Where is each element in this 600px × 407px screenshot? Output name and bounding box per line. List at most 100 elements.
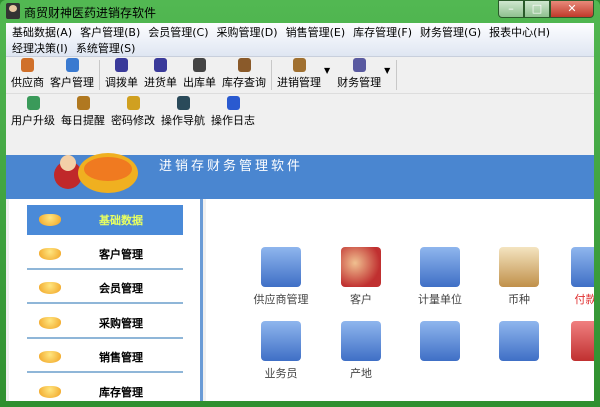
- toolbar-separator: [99, 60, 100, 90]
- sidebar-item-label: 会员管理: [99, 282, 143, 295]
- supplier-icon: [21, 58, 34, 72]
- menu-item[interactable]: 基础数据(A): [8, 24, 76, 40]
- inventory-icon: [237, 58, 251, 72]
- toolbar-button[interactable]: 客户管理: [47, 58, 97, 93]
- customer-globe-icon: [65, 58, 79, 72]
- sidebar: 基础数据客户管理会员管理采购管理销售管理库存管理: [9, 199, 203, 401]
- module-tile[interactable]: 币种: [484, 247, 554, 307]
- toolbar-button-label: 出库单: [183, 76, 216, 89]
- sidebar-item-label: 基础数据: [99, 214, 143, 227]
- toolbar-button-label: 每日提醒: [61, 114, 105, 127]
- menu-item[interactable]: 客户管理(B): [76, 24, 144, 40]
- globe-icon: [26, 96, 40, 110]
- module-tile[interactable]: 业务员: [246, 321, 316, 381]
- menu-item[interactable]: 财务管理(G): [416, 24, 485, 40]
- module-tile[interactable]: 计量单位: [405, 247, 475, 307]
- toolbar-button[interactable]: 进货单: [141, 58, 180, 93]
- toolbar-button-label: 库存查询: [222, 76, 266, 89]
- toolbar-button[interactable]: 调拨单: [102, 58, 141, 93]
- gold-ingot-icon: [39, 385, 61, 398]
- toolbar-button-label: 调拨单: [105, 76, 138, 89]
- toolbar-button[interactable]: 出库单: [180, 58, 219, 93]
- bag-icon: [176, 96, 190, 110]
- minimize-button[interactable]: –: [498, 0, 524, 18]
- transfer-battery-icon: [115, 58, 128, 72]
- sidebar-item-label: 销售管理: [99, 351, 143, 364]
- content-panel: 供应商管理 客户 计量单位 币种 付款方业务员 产地: [206, 199, 594, 401]
- globe-folder-icon: [499, 321, 539, 361]
- maximize-button[interactable]: □: [524, 0, 550, 18]
- module-label: 业务员: [264, 367, 298, 380]
- unit-folder-icon: [420, 247, 460, 287]
- module-tile[interactable]: [405, 321, 475, 365]
- app-icon: [6, 3, 20, 19]
- module-tile[interactable]: 供应商管理: [246, 247, 316, 307]
- toolbar-main: 供应商 客户管理 调拨单 进货单 出库单 库存查询 进销管理 ▼ 财务管理 ▼: [6, 57, 594, 94]
- module-tile[interactable]: [556, 321, 594, 365]
- toolbar-button-label: 财务管理: [337, 76, 382, 89]
- film-folder-icon: [420, 321, 460, 361]
- module-label: 客户: [350, 293, 372, 306]
- module-label: 币种: [508, 293, 530, 306]
- customers-icon: [341, 247, 381, 287]
- close-button[interactable]: ✕: [550, 0, 594, 18]
- toolbar-button[interactable]: 操作日志: [208, 96, 258, 131]
- tools-folder-icon: [571, 321, 594, 361]
- toolbar-button[interactable]: 财务管理: [334, 58, 384, 93]
- gold-ingot-icon: [39, 282, 61, 294]
- window-title: 商贸财神医药进销存软件: [24, 6, 157, 20]
- supplier-book-icon: [261, 247, 301, 287]
- toolbar-button-label: 进销管理: [277, 76, 321, 89]
- menu-item[interactable]: 报表中心(H): [485, 24, 554, 40]
- gold-ingot-icon: [39, 351, 61, 363]
- banner-slogan: 进销存财务管理软件: [159, 159, 304, 174]
- sidebar-item-label: 采购管理: [99, 316, 143, 330]
- toolbar-button[interactable]: 操作导航: [158, 96, 208, 131]
- module-tile[interactable]: 付款方: [556, 247, 594, 307]
- sidebar-item[interactable]: 客户管理: [27, 240, 183, 270]
- module-tile[interactable]: [484, 321, 554, 365]
- payment-folder-icon: [571, 247, 594, 287]
- currency-clipboard-icon: [499, 247, 539, 287]
- module-label: 供应商管理: [253, 293, 309, 306]
- module-label: 计量单位: [418, 293, 462, 306]
- trash-icon: [352, 58, 366, 72]
- toolbar-button-label: 供应商: [11, 76, 44, 89]
- menu-item[interactable]: 采购管理(D): [213, 24, 282, 40]
- sidebar-item[interactable]: 采购管理: [27, 309, 183, 339]
- toolbar-secondary: 用户升级 每日提醒 密码修改 操作导航 操作日志: [6, 94, 594, 131]
- dropdown-arrow-icon[interactable]: ▼: [324, 66, 330, 75]
- sidebar-item[interactable]: 库存管理: [27, 378, 183, 402]
- module-tile[interactable]: 客户: [326, 247, 396, 307]
- gold-ingot-icon: [39, 247, 61, 260]
- app-window: 商贸财神医药进销存软件 – □ ✕ 基础数据(A) 客户管理(B) 会员管理(C) 采…: [0, 0, 600, 407]
- toolbar-button[interactable]: 库存查询: [219, 58, 269, 93]
- sidebar-item[interactable]: 销售管理: [27, 343, 183, 373]
- lock-icon: [126, 96, 140, 110]
- sidebar-item[interactable]: 基础数据: [27, 205, 183, 235]
- toolbar-button[interactable]: 每日提醒: [58, 96, 108, 131]
- toolbar-button[interactable]: 进销管理: [274, 58, 324, 93]
- toolbar-button[interactable]: 供应商: [8, 58, 47, 93]
- gold-ingot-icon: [39, 316, 61, 329]
- salesman-folder-icon: [261, 321, 301, 361]
- clipboard-icon: [193, 58, 206, 72]
- toolbar-button-label: 用户升级: [11, 114, 55, 127]
- sidebar-item-label: 库存管理: [99, 385, 143, 399]
- purchase-battery-icon: [154, 58, 167, 72]
- floppy-icon: [226, 96, 240, 110]
- sidebar-item[interactable]: 会员管理: [27, 274, 183, 304]
- dropdown-arrow-icon[interactable]: ▼: [384, 66, 390, 75]
- toolbar-separator: [396, 60, 398, 90]
- toolbar-button[interactable]: 用户升级: [8, 96, 58, 131]
- menu-item[interactable]: 系统管理(S): [72, 40, 140, 56]
- module-label: 付款方: [574, 293, 595, 306]
- toolbar-button[interactable]: 密码修改: [108, 96, 158, 131]
- menu-bar: 基础数据(A) 客户管理(B) 会员管理(C) 采购管理(D) 销售管理(E) 库存管理(…: [6, 23, 594, 57]
- menu-item[interactable]: 库存管理(F): [349, 24, 416, 40]
- module-tile[interactable]: 产地: [326, 321, 396, 381]
- menu-item[interactable]: 经理决策(I): [8, 40, 72, 56]
- toolbar-button-label: 操作日志: [211, 114, 255, 127]
- menu-item[interactable]: 会员管理(C): [144, 24, 212, 40]
- menu-item[interactable]: 销售管理(E): [282, 24, 350, 40]
